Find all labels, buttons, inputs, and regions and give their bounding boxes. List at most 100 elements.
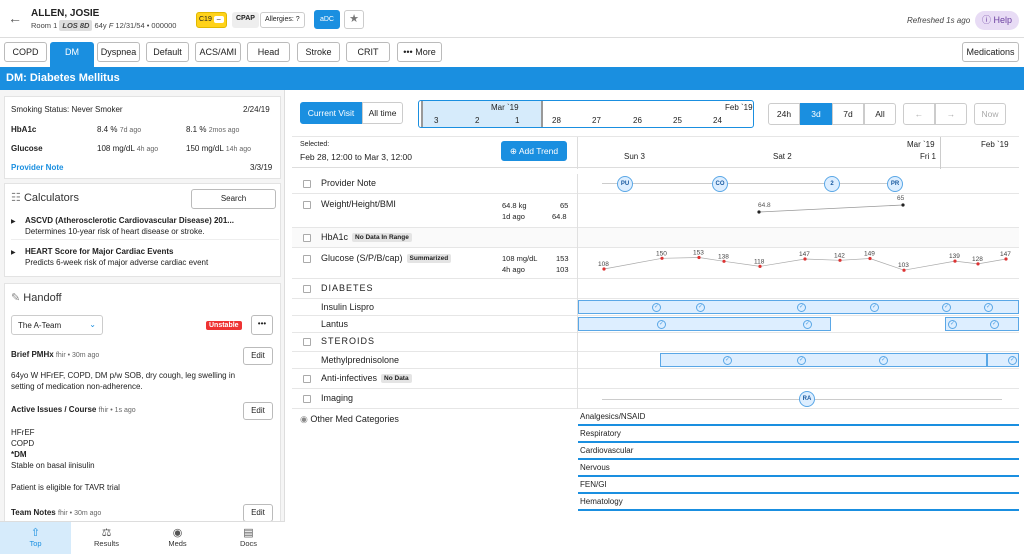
category-hematology[interactable]: Hematology (578, 494, 1019, 511)
now-button[interactable]: Now (974, 103, 1006, 125)
bottom-nav-meds[interactable]: ◉ Meds (142, 522, 213, 554)
calculator-item-heart[interactable]: ▶ HEART Score for Major Cardiac Events P… (11, 247, 279, 271)
team-notes-edit-button[interactable]: Edit (243, 504, 273, 522)
row-methylprednisolone[interactable]: Methylprednisolone ✓ ✓ ✓ ✓ (292, 352, 1019, 369)
med-bar[interactable]: ✓ ✓ (578, 317, 831, 331)
tab-copd[interactable]: COPD (4, 42, 47, 62)
note-circle[interactable]: PR (887, 176, 903, 192)
calculator-item-ascvd[interactable]: ▶ ASCVD (Atherosclerotic Cardiovascular … (11, 216, 279, 240)
category-nervous[interactable]: Nervous (578, 460, 1019, 477)
row-checkbox[interactable] (303, 375, 311, 383)
medications-button[interactable]: Medications (962, 42, 1019, 62)
row-checkbox[interactable] (303, 234, 311, 242)
current-visit-button[interactable]: Current Visit (300, 102, 362, 124)
room: Room 1 (31, 21, 58, 30)
prev-arrow-icon[interactable]: ← (903, 103, 935, 125)
med-bar[interactable]: ✓ ✓ ✓ (660, 353, 987, 367)
tab-default[interactable]: Default (146, 42, 189, 62)
tab-head[interactable]: Head (247, 42, 290, 62)
med-bar[interactable]: ✓ ✓ ✓ ✓ ✓ ✓ (578, 300, 1019, 314)
check-circle-icon: ✓ (948, 320, 957, 329)
row-lantus[interactable]: Lantus ✓ ✓ ✓ ✓ (292, 316, 1019, 333)
cpap-chip[interactable]: CPAP (232, 12, 259, 28)
row-checkbox[interactable] (303, 395, 311, 403)
note-circle[interactable]: CO (712, 176, 728, 192)
check-circle-icon: ✓ (797, 303, 806, 312)
row-checkbox[interactable] (303, 255, 311, 263)
row-checkbox[interactable] (303, 201, 311, 209)
check-circle-icon: ✓ (657, 320, 666, 329)
row-checkbox[interactable] (303, 338, 311, 346)
mini-timeline-selection[interactable] (421, 101, 543, 127)
age: 64y (94, 21, 107, 30)
range-all[interactable]: All (864, 103, 896, 125)
category-respiratory[interactable]: Respiratory (578, 426, 1019, 443)
tab-more[interactable]: ••• More (397, 42, 442, 62)
summary-card: Smoking Status: Never Smoker 2/24/19 HbA… (4, 96, 281, 179)
tab-stroke[interactable]: Stroke (297, 42, 340, 62)
team-select[interactable]: The A-Team ⌄ (11, 315, 103, 335)
note-circle[interactable]: 2 (824, 176, 840, 192)
active-issue-line: Patient is eligible for TAVR trial (11, 483, 120, 492)
imaging-circle[interactable]: RA (799, 391, 815, 407)
calculator-search-button[interactable]: Search (191, 189, 276, 209)
row-diabetes-header[interactable]: DIABETES (292, 279, 1019, 299)
note-circle[interactable]: PU (617, 176, 633, 192)
range-24h[interactable]: 24h (768, 103, 800, 125)
all-time-button[interactable]: All time (362, 102, 403, 124)
glucose-value-1b: 153 (556, 254, 569, 263)
category-cardiovascular[interactable]: Cardiovascular (578, 443, 1019, 460)
row-hba1c[interactable]: HbA1c No Data In Range (292, 228, 1019, 248)
tab-crit[interactable]: CRIT (346, 42, 390, 62)
caret-right-icon: ▶ (11, 250, 16, 256)
allergies-chip[interactable]: Allergies: ? (260, 12, 305, 28)
mini-timeline[interactable]: Mar `19 Feb `19 3 2 1 28 27 26 25 24 (418, 100, 754, 128)
weight-value-2: 64.8 (552, 212, 567, 221)
row-imaging[interactable]: Imaging RA (292, 389, 1019, 409)
row-anti-infectives[interactable]: Anti-infectives No Data (292, 369, 1019, 389)
row-provider-note[interactable]: Provider Note PU CO 2 PR (292, 174, 1019, 194)
timeline-panel: Current Visit All time Mar `19 Feb `19 3… (292, 96, 1019, 512)
category-analgesics[interactable]: Analgesics/NSAID (578, 409, 1019, 426)
document-icon: ▤ (243, 527, 254, 539)
range-7d[interactable]: 7d (832, 103, 864, 125)
range-3d[interactable]: 3d (800, 103, 832, 125)
mini-day: 24 (713, 116, 722, 125)
tab-acs-ami[interactable]: ACS/AMI (195, 42, 241, 62)
row-checkbox[interactable] (303, 180, 311, 188)
bottom-nav-docs[interactable]: ▤ Docs (213, 522, 284, 554)
category-fen-gi[interactable]: FEN/GI (578, 477, 1019, 494)
plus-circle-icon: ⊕ (509, 146, 517, 156)
adc-chip[interactable]: aDC (314, 10, 340, 29)
check-circle-icon: ✓ (942, 303, 951, 312)
row-line (602, 183, 902, 184)
next-arrow-icon[interactable]: → (935, 103, 967, 125)
glucose-point-label: 147 (1000, 251, 1011, 258)
other-med-categories[interactable]: ◉ Other Med Categories (300, 414, 399, 425)
back-arrow-icon[interactable]: ← (8, 10, 22, 26)
patient-name: ALLEN, JOSIE (31, 8, 100, 19)
row-checkbox[interactable] (303, 285, 311, 293)
mini-day: 3 (434, 116, 439, 125)
med-bar[interactable]: ✓ (987, 353, 1019, 367)
row-glucose[interactable]: Glucose (S/P/B/cap) Summarized 108 mg/dL … (292, 248, 1019, 279)
bottom-nav-results[interactable]: ⚖ Results (71, 522, 142, 554)
tab-dyspnea[interactable]: Dyspnea (97, 42, 140, 62)
los-badge: LOS 8D (59, 20, 93, 31)
help-button[interactable]: ⓘ Help (975, 11, 1019, 30)
star-icon[interactable]: ★ (344, 10, 364, 29)
active-edit-button[interactable]: Edit (243, 402, 273, 420)
handoff-more-icon[interactable]: ••• (251, 315, 273, 335)
brief-edit-button[interactable]: Edit (243, 347, 273, 365)
mrn: • 000000 (146, 21, 177, 30)
row-weight[interactable]: Weight/Height/BMI 64.8 kg 65 1d ago 64.8… (292, 194, 1019, 228)
bottom-nav-top[interactable]: ⇧ Top (0, 522, 71, 554)
add-trend-button[interactable]: ⊕ Add Trend (501, 141, 567, 161)
row-insulin-lispro[interactable]: Insulin Lispro ✓ ✓ ✓ ✓ ✓ ✓ (292, 299, 1019, 316)
c19-chip[interactable]: C19 – (196, 12, 227, 28)
med-bar[interactable]: ✓ ✓ (945, 317, 1019, 331)
more-dots-icon: ••• (403, 47, 413, 57)
provider-note-link[interactable]: Provider Note (11, 163, 63, 172)
row-steroids-header[interactable]: STEROIDS (292, 333, 1019, 352)
tab-dm[interactable]: DM (50, 42, 94, 70)
